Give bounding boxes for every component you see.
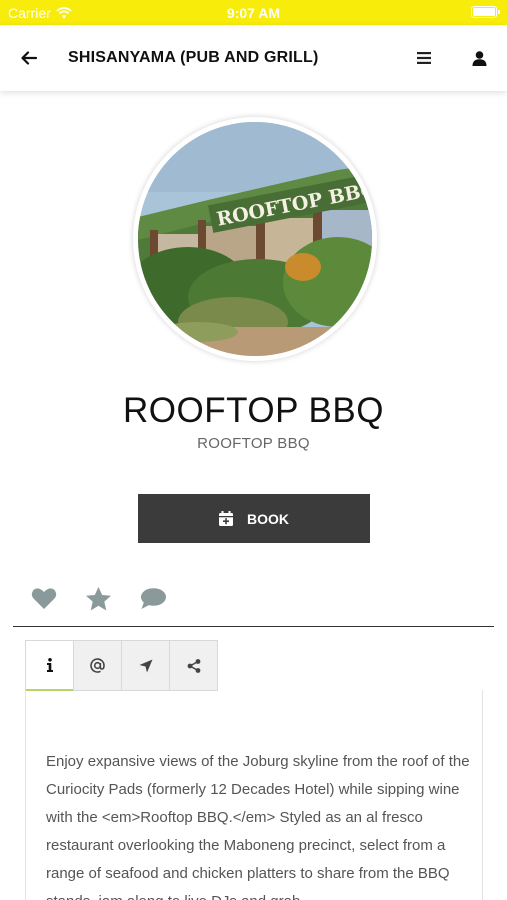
info-panel: Enjoy expansive views of the Joburg skyl… xyxy=(25,690,483,900)
info-tabs xyxy=(25,640,218,691)
heart-icon xyxy=(31,588,56,609)
venue-name: ROOFTOP BBQ xyxy=(123,391,384,430)
favorite-button[interactable] xyxy=(30,585,57,612)
at-icon xyxy=(90,658,105,673)
status-bar: Carrier 9:07 AM xyxy=(0,0,507,25)
app-header: SHISANYAMA (PUB AND GRILL) xyxy=(0,25,507,91)
user-icon xyxy=(472,50,486,66)
battery-icon xyxy=(471,6,500,18)
arrow-left-icon xyxy=(21,51,37,65)
status-time: 9:07 AM xyxy=(226,5,281,21)
info-icon xyxy=(46,658,53,672)
tab-share[interactable] xyxy=(169,640,218,691)
venue-avatar: ROOFTOP BBQ xyxy=(133,117,377,361)
menu-button[interactable] xyxy=(411,45,437,71)
location-arrow-icon xyxy=(139,659,152,672)
venue-subtitle: ROOFTOP BBQ xyxy=(197,435,310,452)
venue-photo: ROOFTOP BBQ xyxy=(138,122,372,356)
tab-location[interactable] xyxy=(121,640,170,691)
calendar-plus-icon xyxy=(219,511,233,526)
share-icon xyxy=(187,658,200,673)
book-button-label: BOOK xyxy=(247,510,289,527)
book-button[interactable]: BOOK xyxy=(138,494,370,543)
hamburger-icon xyxy=(417,52,431,64)
rate-button[interactable] xyxy=(85,585,112,612)
star-icon xyxy=(86,586,111,610)
section-divider xyxy=(13,626,494,627)
tab-info[interactable] xyxy=(25,640,74,691)
back-button[interactable] xyxy=(16,45,42,71)
action-bar xyxy=(30,585,167,612)
venue-description: Enjoy expansive views of the Joburg skyl… xyxy=(46,753,470,900)
comment-button[interactable] xyxy=(140,585,167,612)
page-title: SHISANYAMA (PUB AND GRILL) xyxy=(68,49,319,66)
tab-contact[interactable] xyxy=(73,640,122,691)
comment-icon xyxy=(141,588,166,609)
profile-button[interactable] xyxy=(466,45,492,71)
